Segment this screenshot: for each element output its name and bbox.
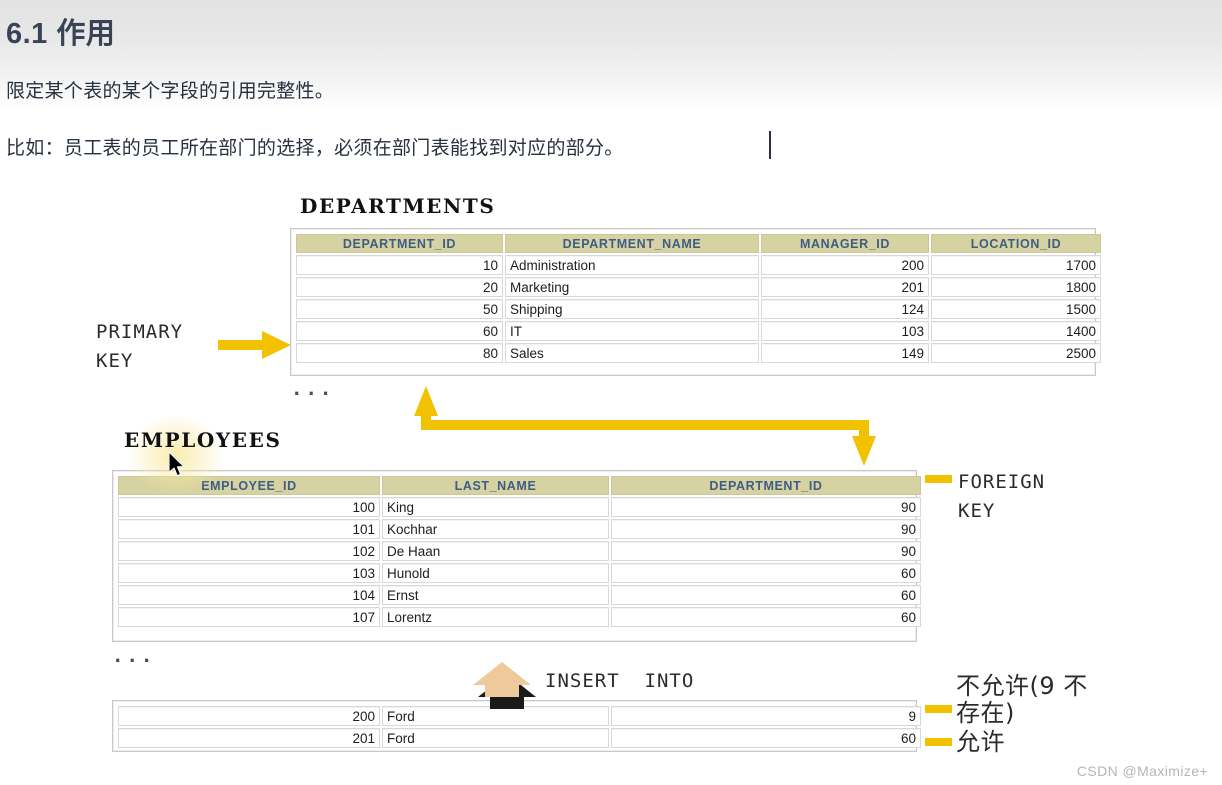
cell-location-id: 1400 — [931, 321, 1101, 341]
departments-table: DEPARTMENT_ID DEPARTMENT_NAME MANAGER_ID… — [290, 228, 1101, 376]
insert-into-label: INSERT INTO — [545, 670, 695, 692]
column-header-department-id: DEPARTMENT_ID — [611, 476, 921, 495]
table-row: 60 IT 103 1400 — [296, 321, 1101, 341]
table-row: 102 De Haan 90 — [118, 541, 921, 561]
cell-manager-id: 149 — [761, 343, 929, 363]
cell-employee-id: 104 — [118, 585, 380, 605]
cell-department-id: 90 — [611, 497, 921, 517]
cell-employee-id: 101 — [118, 519, 380, 539]
employees-table-title: EMPLOYEES — [124, 428, 282, 452]
cell-manager-id: 124 — [761, 299, 929, 319]
table-row: 50 Shipping 124 1500 — [296, 299, 1101, 319]
cell-last-name: King — [382, 497, 609, 517]
cell-last-name: Lorentz — [382, 607, 609, 627]
primary-key-arrow-icon — [218, 331, 291, 359]
foreign-key-label: FOREIGN KEY — [958, 471, 1046, 522]
cell-department-name: Shipping — [505, 299, 759, 319]
table-row: 104 Ernst 60 — [118, 585, 921, 605]
cell-department-id: 60 — [611, 563, 921, 583]
cell-manager-id: 200 — [761, 255, 929, 275]
text-caret — [769, 131, 771, 159]
csdn-watermark: CSDN @Maximize+ — [1076, 763, 1208, 779]
cell-department-id: 60 — [611, 585, 921, 605]
cell-department-id: 20 — [296, 277, 503, 297]
cell-department-id: 10 — [296, 255, 503, 275]
cell-department-id: 60 — [296, 321, 503, 341]
annotation-disallowed: 不允许(9 不存在) — [956, 672, 1088, 727]
departments-table-title: DEPARTMENTS — [300, 194, 496, 218]
disallowed-dash-icon — [925, 705, 952, 713]
allowed-dash-icon — [925, 738, 952, 746]
cell-department-id: 50 — [296, 299, 503, 319]
departments-ellipsis: ... — [291, 378, 335, 400]
cell-department-name: Administration — [505, 255, 759, 275]
cell-last-name: De Haan — [382, 541, 609, 561]
foreign-key-relationship-connector-icon — [414, 386, 876, 466]
employees-ellipsis: ... — [112, 645, 156, 667]
cell-last-name: Kochhar — [382, 519, 609, 539]
cell-location-id: 1500 — [931, 299, 1101, 319]
table-row: 20 Marketing 201 1800 — [296, 277, 1101, 297]
column-header-employee-id: EMPLOYEE_ID — [118, 476, 380, 495]
column-header-department-name: DEPARTMENT_NAME — [505, 234, 759, 253]
cell-location-id: 1700 — [931, 255, 1101, 275]
table-header-row: EMPLOYEE_ID LAST_NAME DEPARTMENT_ID — [118, 476, 921, 495]
cell-last-name: Ford — [382, 728, 609, 748]
cell-department-name: Sales — [505, 343, 759, 363]
column-header-last-name: LAST_NAME — [382, 476, 609, 495]
cell-location-id: 1800 — [931, 277, 1101, 297]
column-header-manager-id: MANAGER_ID — [761, 234, 929, 253]
cell-department-name: IT — [505, 321, 759, 341]
table-row: 101 Kochhar 90 — [118, 519, 921, 539]
cell-last-name: Ernst — [382, 585, 609, 605]
annotation-allowed: 允许 — [956, 728, 1005, 756]
cell-employee-id: 100 — [118, 497, 380, 517]
table-header-row: DEPARTMENT_ID DEPARTMENT_NAME MANAGER_ID… — [296, 234, 1101, 253]
cell-department-id: 80 — [296, 343, 503, 363]
cell-employee-id: 201 — [118, 728, 380, 748]
table-row: 10 Administration 200 1700 — [296, 255, 1101, 275]
cell-department-name: Marketing — [505, 277, 759, 297]
table-row: 200 Ford 9 — [118, 706, 921, 726]
cell-last-name: Ford — [382, 706, 609, 726]
cell-last-name: Hunold — [382, 563, 609, 583]
paragraph-definition: 限定某个表的某个字段的引用完整性。 — [6, 81, 335, 102]
cell-department-id: 9 — [611, 706, 921, 726]
primary-key-label: PRIMARY KEY — [96, 321, 184, 372]
cell-department-id: 60 — [611, 728, 921, 748]
cell-manager-id: 103 — [761, 321, 929, 341]
cell-employee-id: 102 — [118, 541, 380, 561]
column-header-location-id: LOCATION_ID — [931, 234, 1101, 253]
cell-location-id: 2500 — [931, 343, 1101, 363]
employees-table: EMPLOYEE_ID LAST_NAME DEPARTMENT_ID 100 … — [112, 470, 921, 642]
cell-department-id: 90 — [611, 519, 921, 539]
column-header-department-id: DEPARTMENT_ID — [296, 234, 503, 253]
cell-manager-id: 201 — [761, 277, 929, 297]
foreign-key-dash-icon — [925, 475, 952, 483]
cell-employee-id: 103 — [118, 563, 380, 583]
cell-employee-id: 200 — [118, 706, 380, 726]
cell-department-id: 90 — [611, 541, 921, 561]
page-title: 6.1 作用 — [6, 18, 116, 50]
cell-department-id: 60 — [611, 607, 921, 627]
table-row: 107 Lorentz 60 — [118, 607, 921, 627]
table-row: 80 Sales 149 2500 — [296, 343, 1101, 363]
table-row: 100 King 90 — [118, 497, 921, 517]
employees-inserted-rows-table: 200 Ford 9 201 Ford 60 — [112, 700, 921, 752]
table-row: 103 Hunold 60 — [118, 563, 921, 583]
table-row: 201 Ford 60 — [118, 728, 921, 748]
cell-employee-id: 107 — [118, 607, 380, 627]
paragraph-example: 比如：员工表的员工所在部门的选择，必须在部门表能找到对应的部分。 — [6, 138, 624, 159]
